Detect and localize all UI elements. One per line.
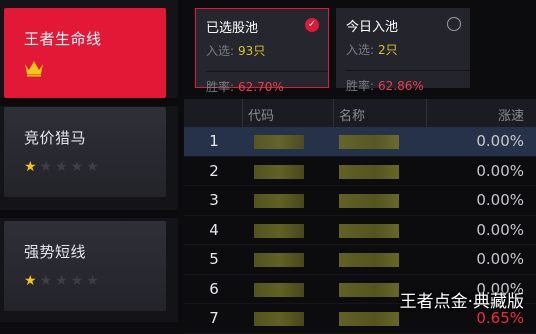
strategy-panel: 王者生命线 竞价猎马 ★ ★ ★ ★ ★ 强势短线 ★ ★ ★ ★ ★ <box>0 0 178 322</box>
divider <box>0 210 178 218</box>
stock-code-blurred <box>254 223 304 238</box>
crown-icon <box>25 61 43 77</box>
column-divider <box>242 99 243 127</box>
count-label: 入选: <box>206 44 235 58</box>
strategy-name: 竞价猎马 <box>24 129 87 147</box>
change-value: 0.00% <box>476 191 524 209</box>
stock-name-blurred <box>339 223 399 238</box>
row-index: 3 <box>209 191 219 209</box>
rate-value: 62.70% <box>238 79 284 94</box>
table-row[interactable]: 3 0.00% <box>184 186 536 216</box>
column-divider <box>333 99 334 127</box>
stock-name-blurred <box>339 135 399 149</box>
star-icon: ★ <box>55 159 68 175</box>
strategy-name: 王者生命线 <box>24 30 102 48</box>
pool-card-selected[interactable]: 已选股池 ✓ 入选: 93只 胜率: 62.70% <box>195 8 329 107</box>
rating-stars: ★ ★ ★ ★ ★ <box>24 160 166 174</box>
change-value: 0.00% <box>476 161 524 180</box>
stock-name-blurred <box>339 282 399 297</box>
star-icon: ★ <box>55 273 68 289</box>
col-name-header[interactable]: 名称 <box>339 105 365 124</box>
table-row[interactable]: 2 0.00% <box>184 157 536 186</box>
watermark-text: 王者点金·典藏版 <box>399 292 524 312</box>
strategy-name: 强势短线 <box>24 243 87 261</box>
check-icon: ✓ <box>305 18 319 32</box>
table-row[interactable]: 5 0.00% <box>184 245 536 275</box>
stock-code-blurred <box>254 164 304 179</box>
row-index: 2 <box>209 161 219 180</box>
star-icon: ★ <box>70 159 84 175</box>
count-label: 入选: <box>346 43 375 57</box>
pool-card-today[interactable]: 今日入池 入选: 2只 胜率: 62.86% <box>336 8 470 106</box>
stock-code-blurred <box>254 135 304 149</box>
rate-label: 胜率: <box>206 79 235 94</box>
table-row[interactable]: 4 0.00% <box>184 216 536 245</box>
table-row[interactable]: 1 0.00% <box>184 127 536 157</box>
rate-label: 胜率: <box>346 78 375 93</box>
table-header: 代码 名称 涨速 <box>184 99 536 127</box>
star-icon: ★ <box>70 273 84 289</box>
row-index: 7 <box>209 309 219 327</box>
strategy-card-qiangshi[interactable]: 强势短线 ★ ★ ★ ★ ★ <box>4 221 166 311</box>
rate-value: 62.86% <box>378 78 424 93</box>
stock-name-blurred <box>339 194 399 208</box>
star-icon: ★ <box>24 273 37 289</box>
stock-name-blurred <box>339 312 399 326</box>
rating-stars: ★ ★ ★ ★ ★ <box>24 274 166 288</box>
col-change-header[interactable]: 涨速 <box>498 105 524 124</box>
row-index: 6 <box>209 279 219 298</box>
radio-circle-icon <box>447 17 461 31</box>
change-value: 0.00% <box>476 132 524 150</box>
stock-code-blurred <box>254 312 304 326</box>
stock-name-blurred <box>339 253 399 267</box>
divider <box>0 98 178 106</box>
count-value: 93只 <box>238 44 266 58</box>
row-index: 4 <box>209 220 219 239</box>
row-index: 5 <box>209 250 219 268</box>
stock-code-blurred <box>254 253 304 267</box>
stock-name-blurred <box>339 164 399 179</box>
count-value: 2只 <box>378 43 398 57</box>
row-index: 1 <box>209 132 219 150</box>
stock-code-blurred <box>254 282 304 297</box>
column-divider <box>426 99 427 127</box>
strategy-card-jingjia[interactable]: 竞价猎马 ★ ★ ★ ★ ★ <box>4 107 166 197</box>
strategy-card-wangzhe[interactable]: 王者生命线 <box>4 8 166 98</box>
star-icon: ★ <box>86 159 99 175</box>
col-code-header[interactable]: 代码 <box>248 105 274 124</box>
star-icon: ★ <box>39 159 53 175</box>
star-icon: ★ <box>86 273 99 289</box>
change-value: 0.00% <box>476 250 524 268</box>
change-value: 0.00% <box>476 220 524 239</box>
stock-code-blurred <box>254 194 304 208</box>
star-icon: ★ <box>39 273 53 289</box>
star-icon: ★ <box>24 159 37 175</box>
